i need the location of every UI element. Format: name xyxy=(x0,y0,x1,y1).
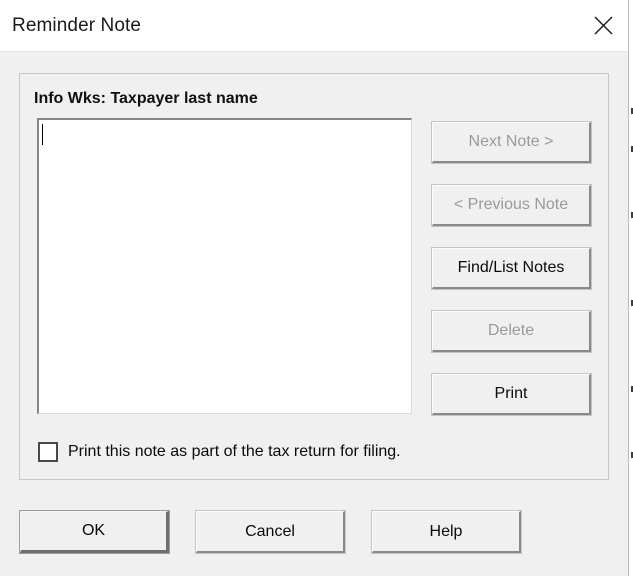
find-list-notes-button[interactable]: Find/List Notes xyxy=(431,247,592,290)
help-button-label: Help xyxy=(429,522,463,540)
cancel-button[interactable]: Cancel xyxy=(195,510,346,554)
print-with-return-checkbox-label: Print this note as part of the tax retur… xyxy=(68,443,401,460)
dialog-titlebar: Reminder Note xyxy=(0,0,628,52)
dialog-title: Reminder Note xyxy=(12,15,142,36)
delete-button-label: Delete xyxy=(487,322,535,339)
delete-button[interactable]: Delete xyxy=(431,310,592,353)
next-note-button[interactable]: Next Note > xyxy=(431,121,592,164)
previous-note-button-label: < Previous Note xyxy=(453,196,569,213)
reminder-note-dialog: Reminder Note Info Wks: Taxpayer last na… xyxy=(0,0,628,576)
print-button[interactable]: Print xyxy=(431,373,592,416)
close-button[interactable] xyxy=(578,0,628,50)
note-group-label: Info Wks: Taxpayer last name xyxy=(34,90,258,107)
find-list-notes-button-label: Find/List Notes xyxy=(457,259,565,276)
ok-button-label: OK xyxy=(81,522,106,539)
next-note-button-label: Next Note > xyxy=(468,133,554,150)
note-text-input[interactable] xyxy=(37,118,412,414)
text-caret xyxy=(42,124,43,145)
ok-button[interactable]: OK xyxy=(19,510,170,554)
print-with-return-checkbox[interactable] xyxy=(38,442,58,462)
help-button[interactable]: Help xyxy=(371,510,522,554)
background-window-sliver xyxy=(628,0,633,576)
print-button-label: Print xyxy=(494,385,528,402)
cancel-button-label: Cancel xyxy=(245,522,295,540)
previous-note-button[interactable]: < Previous Note xyxy=(431,184,592,227)
close-x-icon xyxy=(578,16,628,35)
print-with-return-checkbox-row[interactable]: Print this note as part of the tax retur… xyxy=(38,442,401,462)
